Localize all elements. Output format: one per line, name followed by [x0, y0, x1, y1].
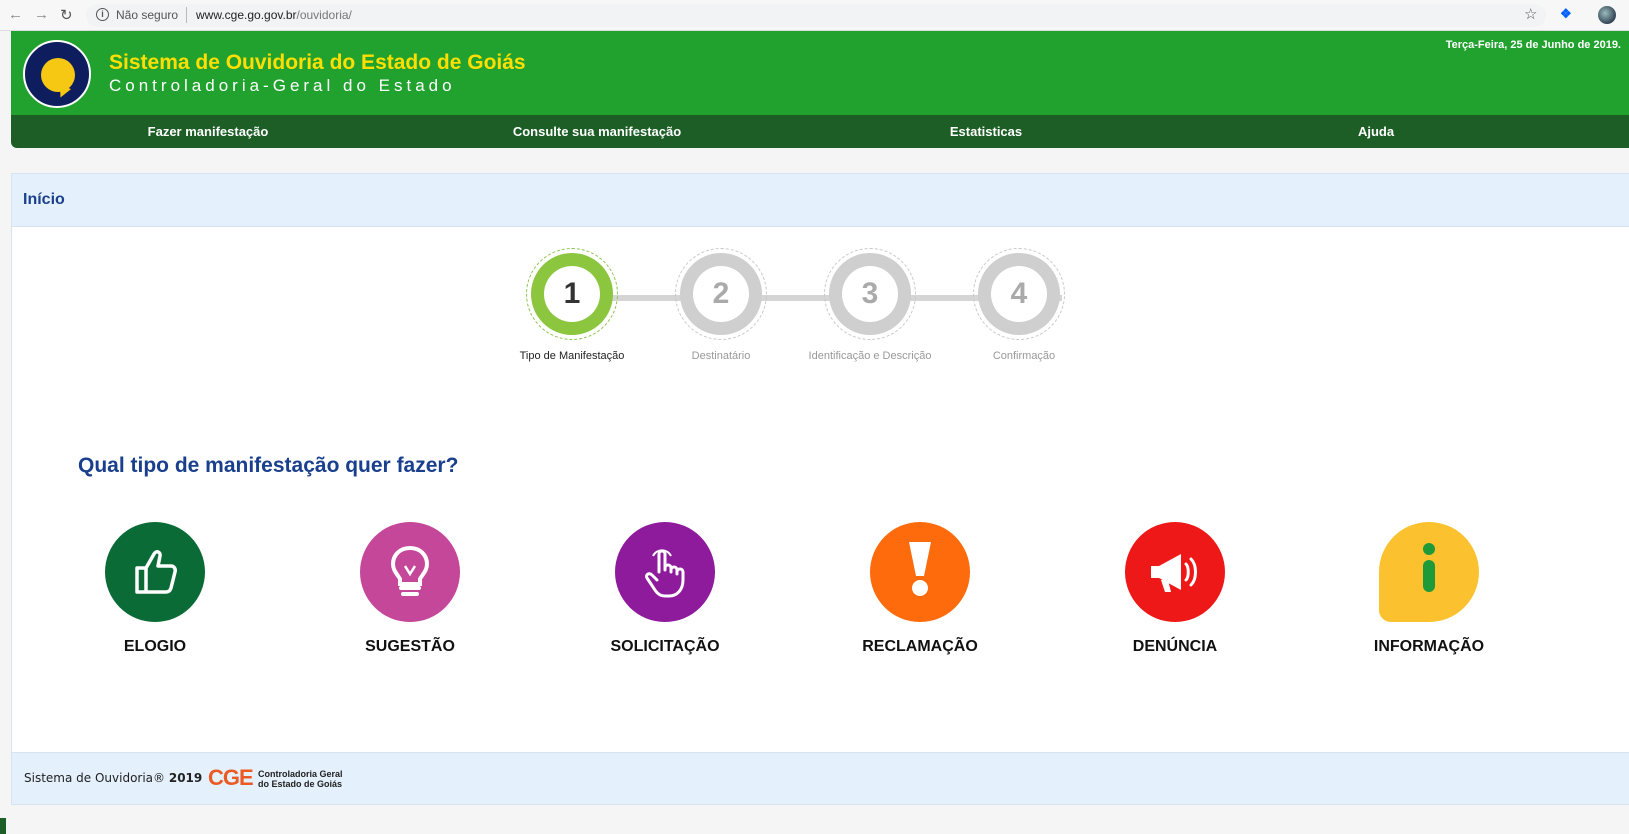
menu-item-consulte[interactable]: Consulte sua manifestação: [447, 115, 747, 148]
elogio-circle[interactable]: [105, 522, 205, 622]
site-header: Sistema de Ouvidoria do Estado de Goiás …: [11, 31, 1629, 115]
main-menu: Fazer manifestação Consulte sua manifest…: [11, 115, 1629, 148]
profile-avatar[interactable]: [1598, 6, 1616, 24]
option-denuncia[interactable]: DENÚNCIA: [1075, 522, 1275, 656]
back-icon[interactable]: ←: [8, 6, 23, 23]
bookmark-star-icon[interactable]: ☆: [1524, 5, 1537, 23]
option-elogio[interactable]: ELOGIO: [55, 522, 255, 656]
cge-line-1: Controladoria Geral: [258, 769, 343, 779]
divider: [186, 7, 187, 23]
option-solicitacao[interactable]: SOLICITAÇÃO: [565, 522, 765, 656]
step-3: 3: [824, 248, 916, 340]
thumbs-up-icon: [135, 550, 177, 594]
solicitacao-circle[interactable]: [615, 522, 715, 622]
informacao-circle[interactable]: [1379, 522, 1479, 622]
menu-item-estatisticas[interactable]: Estatisticas: [836, 115, 1136, 148]
step-number: 2: [693, 266, 749, 322]
step-3-label: Identificação e Descrição: [808, 350, 932, 362]
step-4-label: Confirmação: [992, 350, 1056, 362]
option-informacao[interactable]: INFORMAÇÃO: [1329, 522, 1529, 656]
dropbox-icon[interactable]: ❖: [1560, 6, 1572, 22]
cge-logo-text: Controladoria Geral do Estado de Goiás: [258, 769, 378, 789]
step-1: 1: [526, 248, 618, 340]
main-content: Início 1 Tipo de Manifestação 2 Destinat…: [11, 173, 1629, 805]
option-sugestao[interactable]: SUGESTÃO: [310, 522, 510, 656]
step-1-label: Tipo de Manifestação: [519, 350, 625, 362]
step-2: 2: [675, 248, 767, 340]
step-2-label: Destinatário: [691, 350, 751, 362]
url-host: www.cge.go.gov.br: [196, 8, 297, 22]
step-number: 3: [842, 266, 898, 322]
option-label: INFORMAÇÃO: [1373, 638, 1485, 655]
step-ring: 3: [829, 253, 911, 335]
pointing-hand-icon: [645, 549, 685, 598]
option-label: SUGESTÃO: [365, 638, 455, 655]
question-heading: Qual tipo de manifestação quer fazer?: [78, 454, 459, 477]
browser-toolbar: ← → ↻ i Não seguro www.cge.go.gov.br/ouv…: [0, 0, 1629, 31]
cge-line-2: do Estado de Goiás: [258, 779, 343, 789]
forward-icon[interactable]: →: [34, 6, 49, 23]
ouvidoria-logo[interactable]: [23, 40, 91, 108]
url-path: /ouvidoria/: [296, 8, 352, 22]
option-label: DENÚNCIA: [1132, 638, 1218, 655]
option-label: SOLICITAÇÃO: [610, 638, 720, 655]
cge-logo: CGE: [208, 765, 254, 790]
footer: Sistema de Ouvidoria® 2019 CGE Controlad…: [12, 752, 1629, 804]
reclamacao-circle[interactable]: [870, 522, 970, 622]
address-bar[interactable]: i Não seguro www.cge.go.gov.br/ouvidoria…: [86, 4, 1546, 27]
copyright-year: 2019: [168, 771, 203, 785]
step-progress: 1 Tipo de Manifestação 2 Destinatário 3 …: [12, 248, 1629, 378]
reload-icon[interactable]: ↻: [60, 6, 73, 24]
breadcrumb-inicio[interactable]: Início: [23, 191, 65, 209]
security-label: Não seguro: [116, 8, 179, 22]
edge-marker: [0, 818, 6, 834]
menu-item-ajuda[interactable]: Ajuda: [1226, 115, 1526, 148]
step-ring: 1: [531, 253, 613, 335]
footer-copyright: Sistema de Ouvidoria® 2019: [24, 771, 202, 785]
breadcrumb: Início: [12, 174, 1629, 227]
denuncia-circle[interactable]: [1125, 522, 1225, 622]
lightbulb-icon: [390, 545, 430, 596]
info-icon[interactable]: i: [96, 8, 109, 21]
step-ring: 2: [680, 253, 762, 335]
option-reclamacao[interactable]: RECLAMAÇÃO: [820, 522, 1020, 656]
sugestao-circle[interactable]: [360, 522, 460, 622]
step-4: 4: [973, 248, 1065, 340]
site-title: Sistema de Ouvidoria do Estado de Goiás: [109, 51, 526, 74]
url-text[interactable]: www.cge.go.gov.br/ouvidoria/: [196, 8, 352, 22]
current-date: Terça-Feira, 25 de Junho de 2019.: [1445, 39, 1621, 51]
option-label: ELOGIO: [123, 638, 187, 655]
exclamation-icon: [909, 542, 931, 596]
step-number: 4: [991, 266, 1047, 322]
menu-item-fazer-manifestacao[interactable]: Fazer manifestação: [58, 115, 358, 148]
step-number: 1: [544, 266, 600, 322]
copyright-text: Sistema de Ouvidoria®: [24, 771, 166, 785]
site-subtitle: Controladoria-Geral do Estado: [109, 76, 456, 95]
step-ring: 4: [978, 253, 1060, 335]
megaphone-icon: [1151, 554, 1197, 592]
option-label: RECLAMAÇÃO: [862, 638, 978, 655]
info-bubble-icon: [1423, 543, 1435, 592]
